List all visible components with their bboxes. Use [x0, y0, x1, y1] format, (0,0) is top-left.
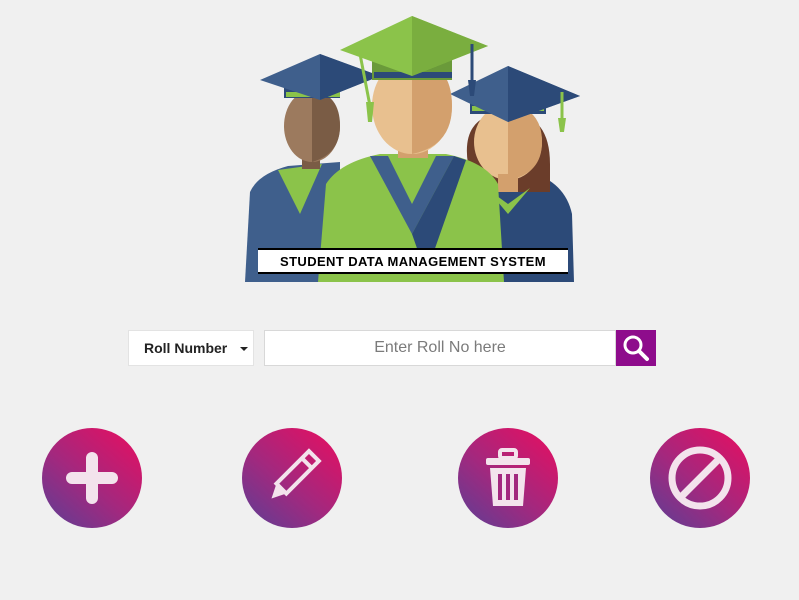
edit-button[interactable] [242, 428, 342, 528]
roll-number-input[interactable] [264, 330, 616, 366]
add-button[interactable] [42, 428, 142, 528]
graduates-illustration [245, 16, 580, 282]
chevron-down-icon [240, 347, 248, 351]
search-icon [623, 335, 649, 361]
cancel-button[interactable] [650, 428, 750, 528]
search-field-selected: Roll Number [144, 340, 228, 356]
app-title-banner: STUDENT DATA MANAGEMENT SYSTEM [258, 248, 568, 274]
search-field-select[interactable]: Roll Number [128, 330, 254, 366]
plus-icon [66, 452, 118, 504]
delete-button[interactable] [458, 428, 558, 528]
trash-icon [486, 448, 530, 506]
pencil-icon [271, 448, 322, 499]
app-logo: STUDENT DATA MANAGEMENT SYSTEM [240, 14, 585, 284]
search-button[interactable] [616, 330, 656, 366]
ban-icon [668, 446, 732, 510]
